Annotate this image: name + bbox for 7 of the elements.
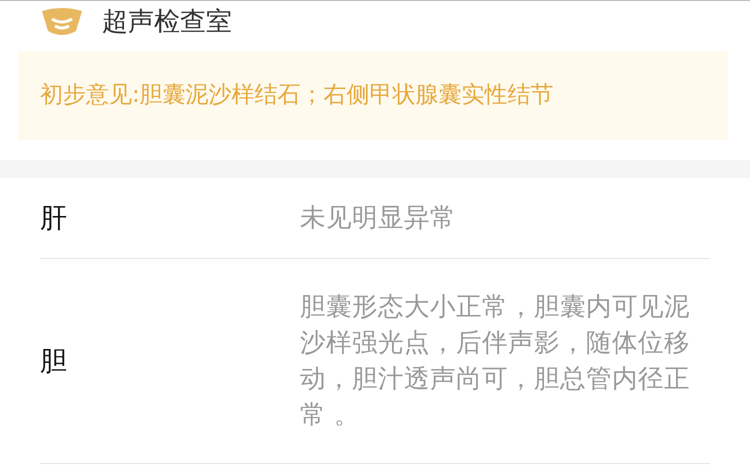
preliminary-opinion: 初步意见:胆囊泥沙样结石；右侧甲状腺囊实性结节 — [40, 82, 554, 108]
section-title: 超声检查室 — [102, 9, 232, 35]
organ-label: 胆 — [40, 345, 68, 379]
ultrasound-icon — [40, 7, 84, 37]
finding-text: 胆囊形态大小正常，胆囊内可见泥沙样强光点，后伴声影，随体位移动，胆汁透声尚可，胆总管内径正常 。 — [300, 291, 691, 432]
finding-text: 未见明显异常 — [300, 202, 457, 235]
organ-label: 肝 — [40, 202, 68, 236]
